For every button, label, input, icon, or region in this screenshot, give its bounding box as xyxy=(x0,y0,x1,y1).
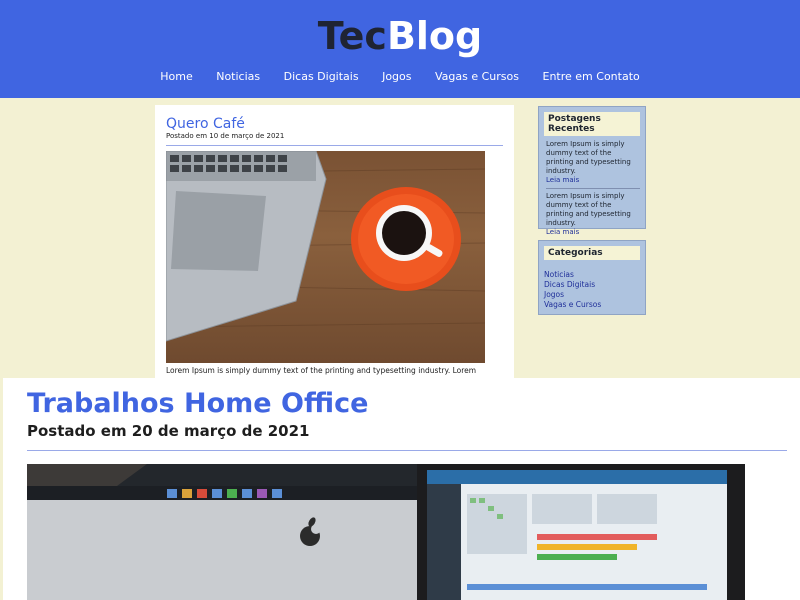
post-title[interactable]: Quero Café xyxy=(166,116,245,132)
logo-part-tec: Tec xyxy=(317,14,387,58)
home-office-photo xyxy=(27,464,745,600)
nav-home[interactable]: Home xyxy=(160,70,192,83)
recent-posts-widget: Postagens Recentes Lorem Ipsum is simply… xyxy=(538,106,646,236)
post-title[interactable]: Trabalhos Home Office xyxy=(27,388,368,419)
nav-noticias[interactable]: Noticias xyxy=(216,70,260,83)
category-jogos[interactable]: Jogos xyxy=(544,290,640,300)
read-more-link[interactable]: Leia mais xyxy=(546,176,640,185)
site-header: TecBlog Home Noticias Dicas Digitais Jog… xyxy=(0,0,800,98)
categories-widget: Categorias Noticias Dicas Digitais Jogos… xyxy=(538,240,646,315)
category-noticias[interactable]: Noticias xyxy=(544,270,640,280)
post-date: Postado em 10 de março de 2021 xyxy=(166,132,285,140)
post-card: Quero Café Postado em 10 de março de 202… xyxy=(155,105,514,385)
nav-vagas-cursos[interactable]: Vagas e Cursos xyxy=(435,70,519,83)
post-excerpt: Lorem Ipsum is simply dummy text of the … xyxy=(166,366,477,375)
title-divider xyxy=(27,450,787,451)
logo-part-blog: Blog xyxy=(386,14,483,58)
main-nav: Home Noticias Dicas Digitais Jogos Vagas… xyxy=(0,70,800,83)
post-panel: Trabalhos Home Office Postado em 20 de m… xyxy=(3,378,800,600)
nav-dicas-digitais[interactable]: Dicas Digitais xyxy=(284,70,359,83)
recent-post-text: Lorem Ipsum is simply dummy text of the … xyxy=(546,192,631,227)
recent-post-item: Lorem Ipsum is simply dummy text of the … xyxy=(546,192,640,237)
recent-post-item: Lorem Ipsum is simply dummy text of the … xyxy=(546,140,640,185)
category-dicas-digitais[interactable]: Dicas Digitais xyxy=(544,280,640,290)
nav-contato[interactable]: Entre em Contato xyxy=(543,70,640,83)
categories-heading: Categorias xyxy=(544,246,640,260)
category-vagas-cursos[interactable]: Vagas e Cursos xyxy=(544,300,640,310)
post-date: Postado em 20 de março de 2021 xyxy=(27,422,310,440)
recent-post-text: Lorem Ipsum is simply dummy text of the … xyxy=(546,140,631,175)
coffee-laptop-photo xyxy=(166,151,485,363)
title-divider xyxy=(166,145,503,146)
read-more-link[interactable]: Leia mais xyxy=(546,228,640,237)
nav-jogos[interactable]: Jogos xyxy=(382,70,411,83)
divider xyxy=(546,188,640,189)
site-logo[interactable]: TecBlog xyxy=(0,12,800,60)
recent-posts-heading: Postagens Recentes xyxy=(544,112,640,136)
